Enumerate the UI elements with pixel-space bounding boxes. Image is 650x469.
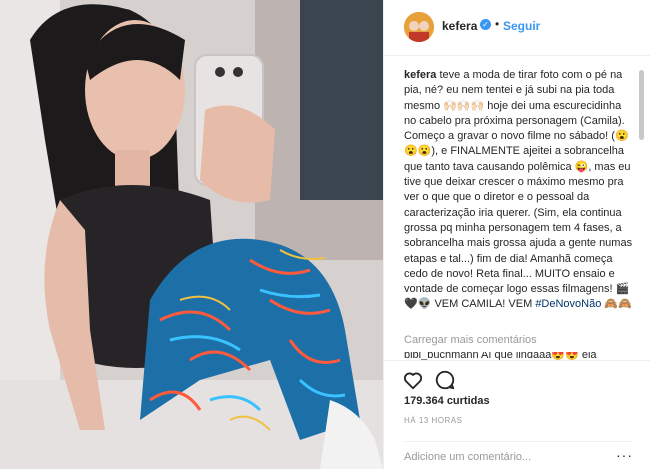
follow-button[interactable]: Seguir <box>503 19 540 33</box>
avatar[interactable] <box>404 12 434 42</box>
caption-hashtag[interactable]: #DeNovoNão <box>535 298 601 310</box>
post-caption: kefera teve a moda de tirar foto com o p… <box>404 68 636 313</box>
post-timestamp[interactable]: HÁ 13 HORAS <box>404 416 462 425</box>
caption-username[interactable]: kefera <box>404 69 436 81</box>
separator-dot: • <box>495 17 500 31</box>
post-sidebar: kefera ✓ • Seguir kefera teve a moda de … <box>383 0 650 469</box>
verified-badge-icon: ✓ <box>480 19 491 30</box>
caption-text: teve a moda de tirar foto com o pé na pi… <box>404 69 633 311</box>
post-actions: 179.364 curtidas HÁ 13 HORAS ··· <box>384 360 650 468</box>
comment-bubble-icon[interactable] <box>434 369 456 391</box>
partial-comment-text: bibi_buchmann Aí que lindaaa😍😍 ela <box>404 352 597 360</box>
comment-input[interactable] <box>404 449 604 465</box>
more-options-icon[interactable]: ··· <box>616 447 633 463</box>
post-photo[interactable] <box>0 0 383 469</box>
selfie-photo-illustration <box>0 0 383 469</box>
load-more-comments-link[interactable]: Carregar mais comentários <box>404 334 537 346</box>
post-header: kefera ✓ • Seguir <box>384 0 650 56</box>
partial-comment: bibi_buchmann Aí que lindaaa😍😍 ela <box>404 352 624 360</box>
heart-icon[interactable] <box>402 369 424 391</box>
post-username[interactable]: kefera <box>442 19 477 33</box>
likes-count[interactable]: 179.364 curtidas <box>404 395 490 407</box>
caption-end: 🙈🙈 <box>601 298 632 311</box>
comment-row: ··· <box>404 441 633 469</box>
avatar-image <box>404 12 434 42</box>
scrollbar[interactable] <box>639 70 644 140</box>
